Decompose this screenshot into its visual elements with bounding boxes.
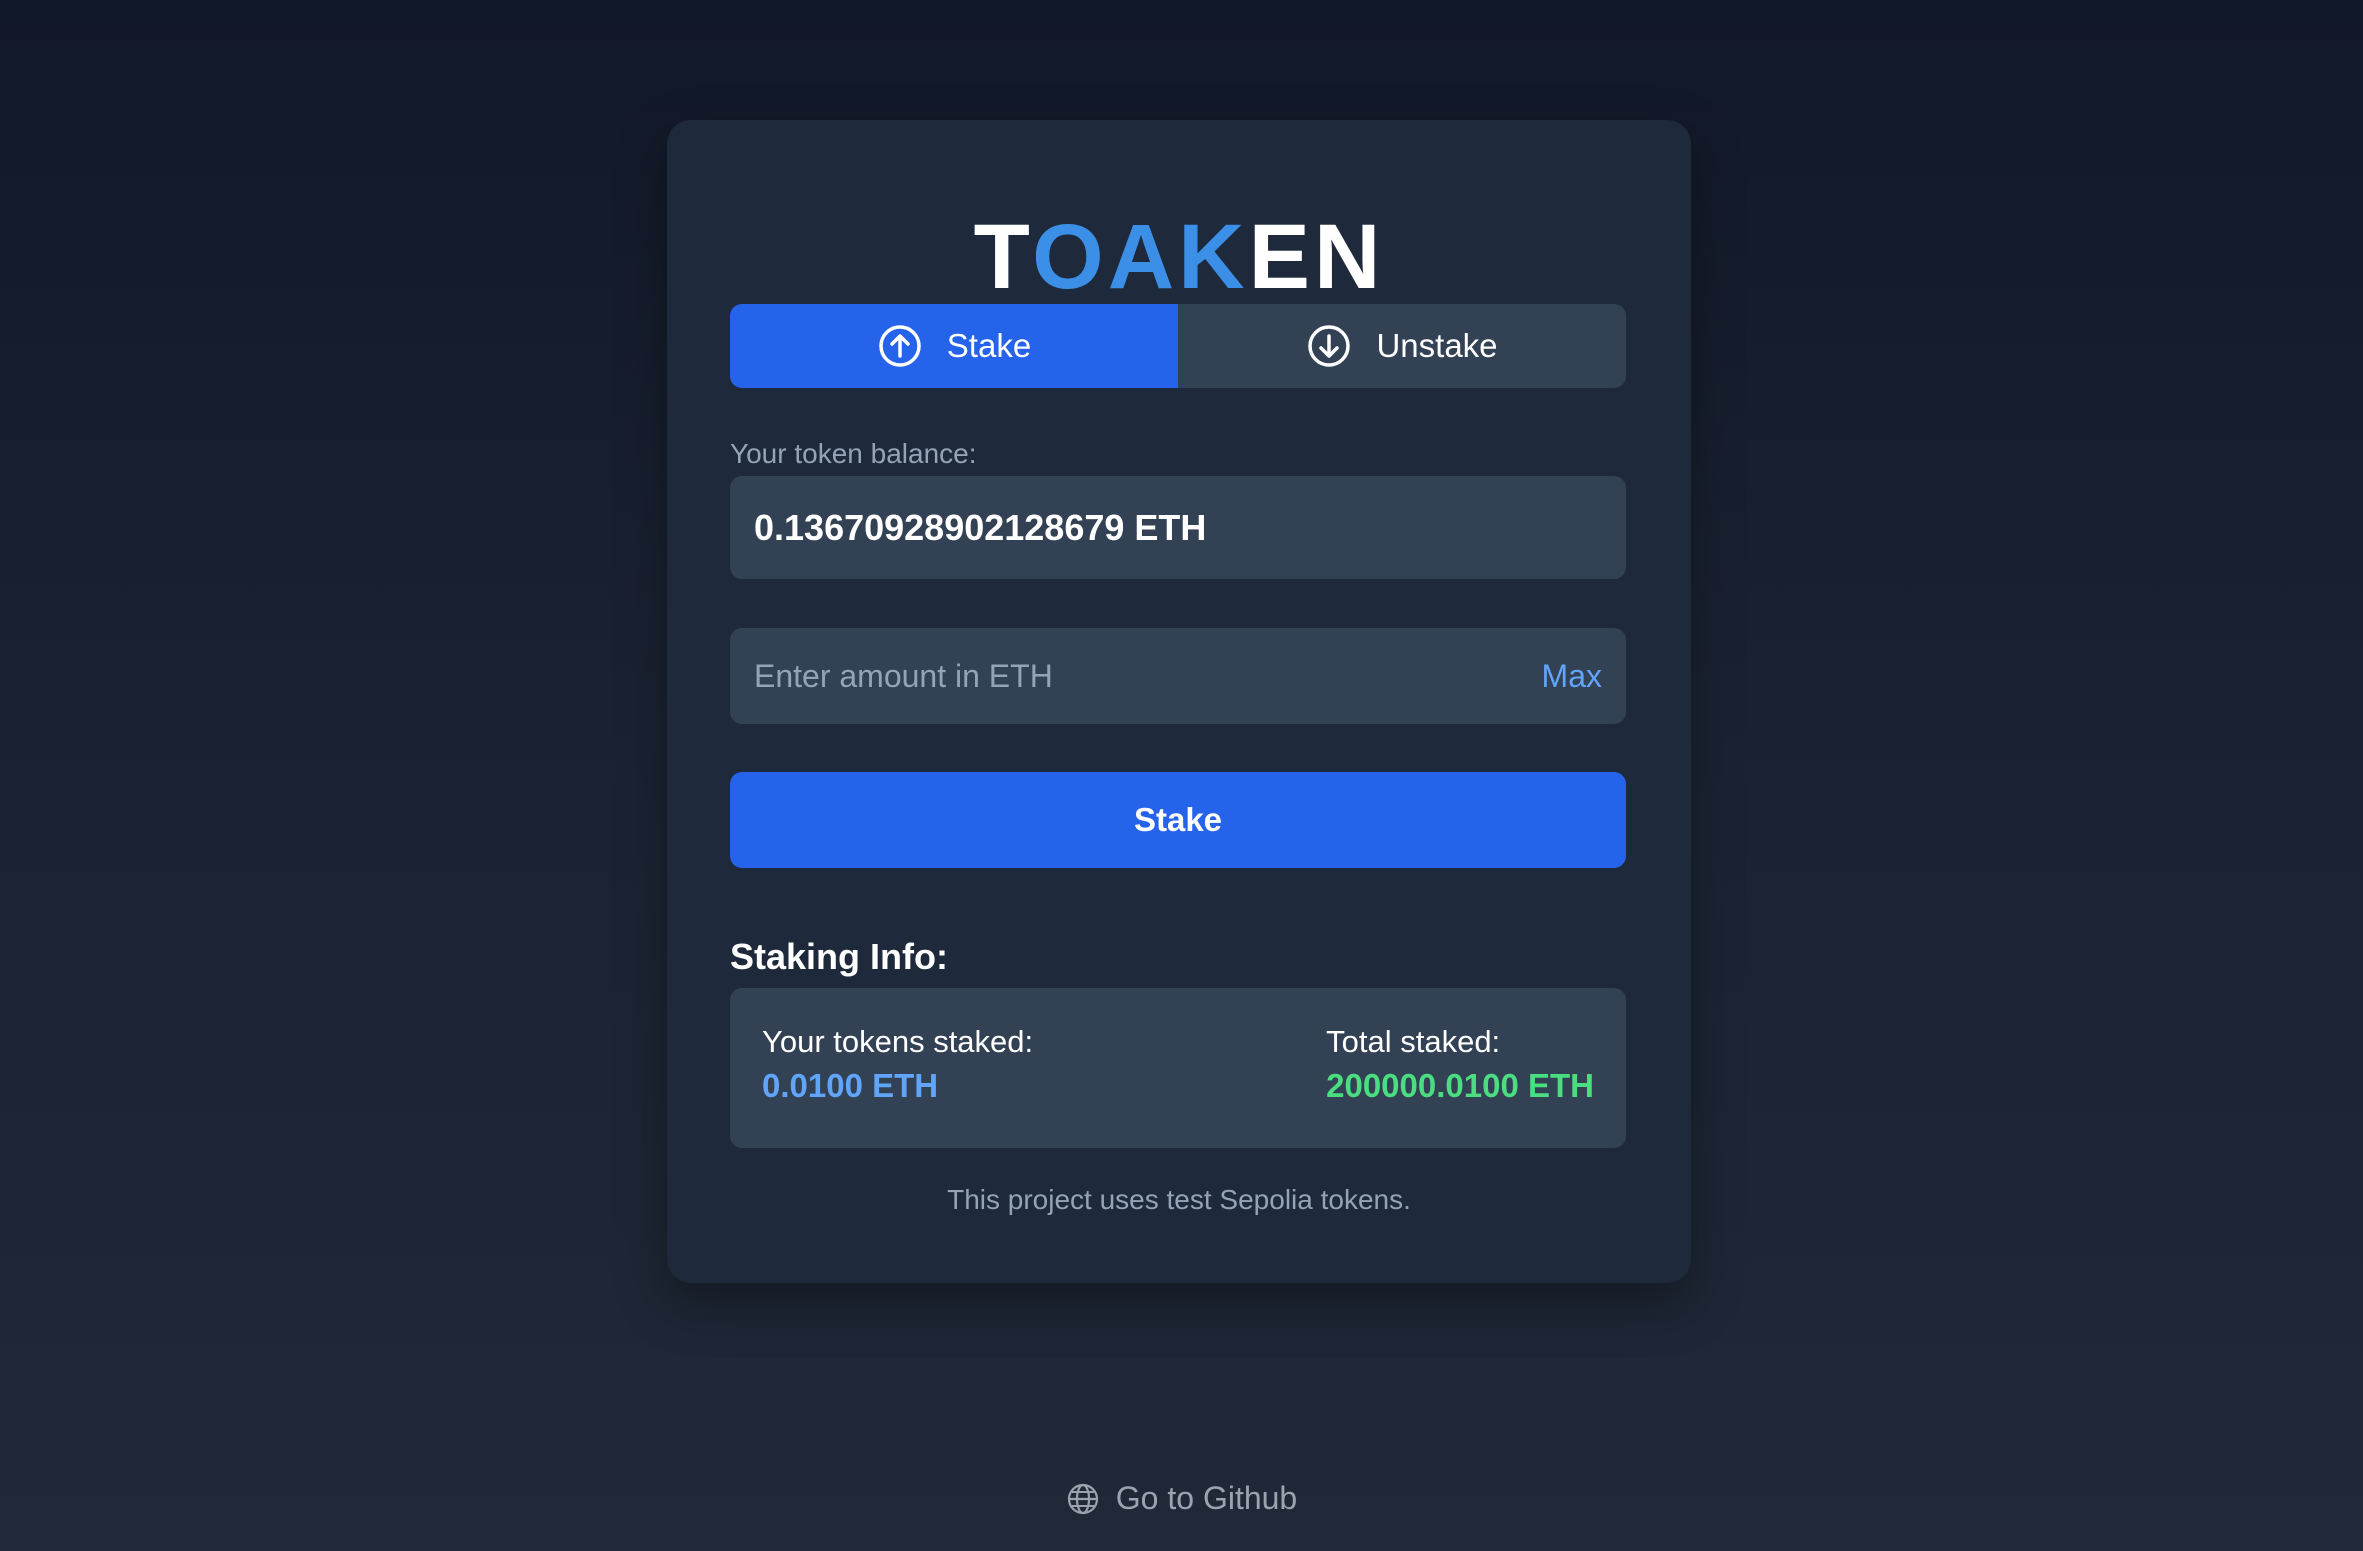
stake-button[interactable]: Stake — [730, 772, 1626, 868]
logo-part-en: EN — [1249, 206, 1385, 308]
github-link-label: Go to Github — [1115, 1480, 1298, 1516]
total-staked-value: 200000.0100 ETH — [1326, 1067, 1594, 1104]
tab-unstake-label: Unstake — [1376, 327, 1498, 364]
logo-wordmark: TOAKEN — [974, 206, 1385, 308]
tab-stake[interactable]: Stake — [730, 304, 1178, 388]
amount-field: Max — [730, 627, 1626, 725]
sepolia-note: This project uses test Sepolia tokens. — [947, 1184, 1411, 1215]
total-staked-label: Total staked: — [1326, 1024, 1501, 1059]
stake-button-label: Stake — [1133, 801, 1223, 838]
staking-info-panel: Your tokens staked: 0.0100 ETH Total sta… — [730, 988, 1626, 1148]
github-link[interactable]: Go to Github — [0, 1480, 2363, 1517]
balance-label: Your token balance: — [730, 438, 977, 469]
arrow-down-circle-icon — [1306, 323, 1352, 369]
your-staked-label: Your tokens staked: — [762, 1024, 1034, 1059]
globe-icon — [1066, 1482, 1100, 1516]
balance-value: 0.13670928902128679 ETH — [754, 506, 1207, 548]
your-staked-value: 0.0100 ETH — [762, 1067, 939, 1104]
your-staked-group: Your tokens staked: 0.0100 ETH — [762, 1024, 1033, 1108]
amount-input[interactable] — [730, 627, 1542, 725]
logo-part-t: T — [974, 206, 1033, 308]
stake-unstake-tabs: Stake Unstake — [730, 304, 1626, 388]
staking-info-heading: Staking Info: — [730, 936, 948, 977]
svg-text:TOAKEN: TOAKEN — [974, 206, 1385, 308]
logo-part-oak: OAK — [1032, 206, 1248, 308]
balance-display: 0.13670928902128679 ETH — [730, 476, 1626, 579]
staking-card: TOAKEN Stake Unstake Your token balance:… — [667, 120, 1691, 1283]
max-button[interactable]: Max — [1542, 658, 1626, 695]
total-staked-group: Total staked: 200000.0100 ETH — [1326, 1024, 1594, 1108]
tab-unstake[interactable]: Unstake — [1178, 304, 1626, 388]
toaken-logo: TOAKEN — [667, 188, 1691, 308]
arrow-up-circle-icon — [877, 323, 923, 369]
tab-stake-label: Stake — [946, 327, 1032, 364]
